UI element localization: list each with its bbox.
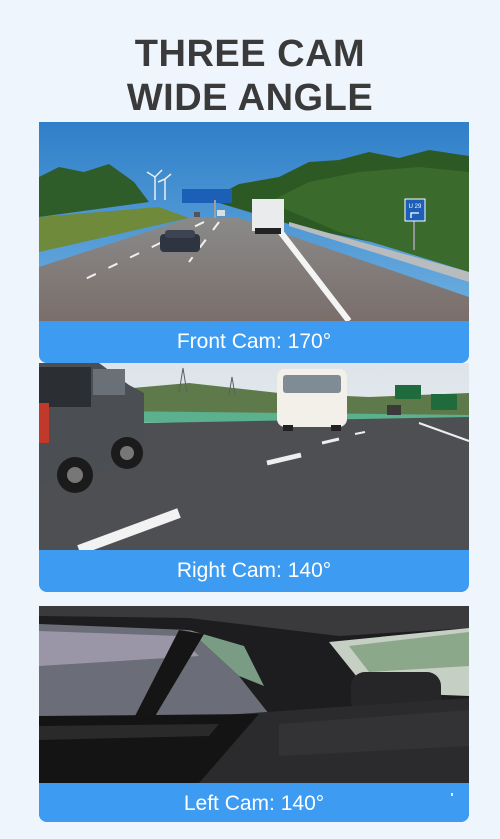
title-line-1: THREE CAM [134,33,366,75]
left-cam-caption: Left Cam: 140° [39,783,469,822]
title-line-2: WIDE ANGLE [126,77,374,119]
page-title: THREE CAM WIDE ANGLE [0,32,500,120]
right-cam-photo [39,363,469,550]
decorative-dot [451,793,453,796]
front-sign-text: U 29 [409,204,422,210]
right-cam-caption: Right Cam: 140° [39,550,469,592]
front-cam-caption: Front Cam: 170° [39,321,469,363]
left-cam-panel: Left Cam: 140° [39,606,469,822]
right-cam-panel: Right Cam: 140° [39,363,469,592]
left-cam-photo [39,606,469,783]
front-cam-photo: U 29 [39,122,469,321]
front-cam-panel: U 29 Front Cam: 170° [39,122,469,363]
